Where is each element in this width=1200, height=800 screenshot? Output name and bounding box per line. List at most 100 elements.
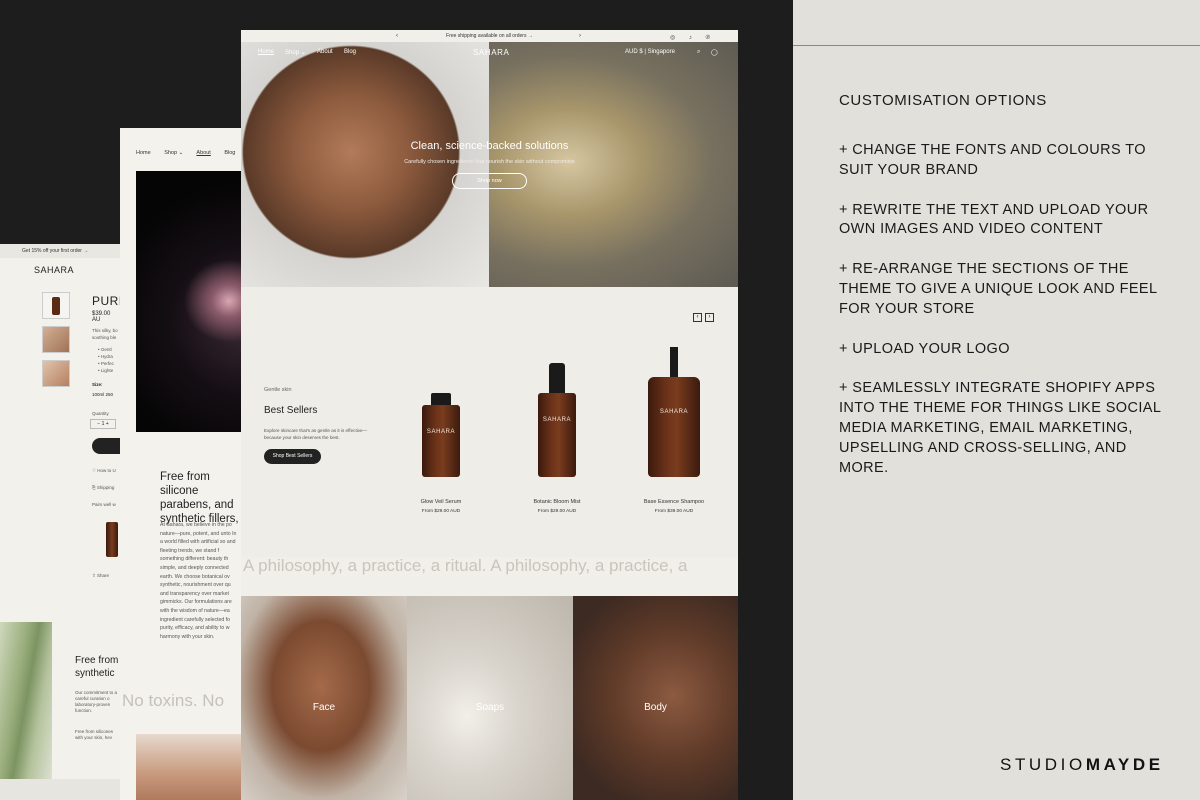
- category-grid: Face Soaps Body: [241, 596, 738, 800]
- logo-bold: MAYDE: [1085, 755, 1164, 774]
- product-thumbnail[interactable]: [42, 292, 70, 319]
- nav-home[interactable]: Home: [258, 49, 274, 55]
- best-sellers-section: ‹ › Gentle skin Best Sellers Explore skin…: [241, 287, 738, 557]
- bullet: • Hydra: [98, 354, 113, 359]
- product-card[interactable]: SAHARA Base Essence Shampoo From $39.00 …: [624, 337, 724, 514]
- bottle-label: SAHARA: [542, 417, 572, 423]
- account-icon[interactable]: ◯: [711, 49, 718, 56]
- section-heading: Free from silicone parabens, and synthet…: [160, 471, 239, 525]
- category-face[interactable]: Face: [241, 596, 407, 800]
- pairs-well-label: Pairs well w: [92, 502, 116, 507]
- product-thumbnail[interactable]: [42, 326, 70, 353]
- product-image[interactable]: SAHARA: [648, 377, 700, 477]
- bullet: • Lighte: [98, 368, 114, 373]
- hero-section: Home Shop ⌄ About Blog SAHARA AUD $ | Si…: [241, 42, 738, 287]
- bottle-label: SAHARA: [659, 409, 689, 415]
- carousel-arrows: ‹ ›: [690, 305, 714, 323]
- announcement-bar[interactable]: Get 15% off your first order →: [0, 244, 120, 258]
- shipping-link[interactable]: ⎘ Shipping: [92, 485, 114, 491]
- bottle-label: SAHARA: [426, 429, 456, 435]
- shop-best-sellers-button[interactable]: Shop Best Sellers: [264, 449, 321, 464]
- product-thumbnail[interactable]: [42, 360, 70, 387]
- search-icon[interactable]: ⌕: [697, 49, 700, 56]
- hero-subtitle: Carefully chosen ingredients that nouris…: [404, 159, 575, 165]
- share-button[interactable]: ⇪ Share: [92, 573, 109, 579]
- logo-light: STUDIO: [1000, 755, 1086, 774]
- nav-blog[interactable]: Blog: [224, 150, 235, 156]
- marquee-text: A philosophy, a practice, a ritual. A ph…: [243, 556, 688, 575]
- home-page-preview: ‹ Free shipping available on all orders …: [241, 30, 738, 800]
- brand-logo[interactable]: SAHARA: [34, 265, 74, 275]
- shop-now-button[interactable]: Shop now: [452, 173, 527, 189]
- product-card[interactable]: SAHARA Botanic Bloom Mist From $29.00 AU…: [507, 337, 607, 514]
- product-page-preview: Get 15% off your first order → SAHARA PU…: [0, 244, 120, 800]
- category-label[interactable]: Soaps: [407, 702, 573, 713]
- product-price: From $29.00 AUD: [421, 509, 461, 514]
- product-name[interactable]: Botanic Bloom Mist: [507, 499, 607, 505]
- product-title: PURE: [92, 294, 120, 308]
- bullet: • Perfec: [98, 361, 114, 366]
- customisation-panel: CUSTOMISATION OPTIONS + CHANGE THE FONTS…: [793, 0, 1200, 800]
- brand-logo[interactable]: SAHARA: [473, 48, 510, 57]
- nav-about[interactable]: About: [196, 150, 210, 156]
- aloe-image: [0, 622, 52, 782]
- footer-band: [0, 779, 120, 800]
- product-price: From $29.00 AUD: [537, 509, 577, 514]
- bottle-cap: [549, 363, 565, 393]
- category-label[interactable]: Face: [241, 702, 407, 713]
- panel-heading: CUSTOMISATION OPTIONS: [839, 92, 1047, 109]
- paired-product-image[interactable]: [106, 522, 118, 557]
- option-item: + REWRITE THE TEXT AND UPLOAD YOUR OWN I…: [839, 201, 1149, 238]
- product-image[interactable]: SAHARA: [538, 393, 576, 477]
- how-to-use-link[interactable]: ♡ How to U: [92, 468, 116, 474]
- arrow-right-icon[interactable]: ›: [705, 313, 714, 322]
- product-price: From $39.00 AUD: [654, 509, 694, 514]
- category-soaps[interactable]: Soaps: [407, 596, 573, 800]
- hero-title: Clean, science-backed solutions: [410, 140, 569, 152]
- product-card[interactable]: SAHARA Glow Veil Serum From $29.00 AUD: [391, 337, 491, 514]
- nav-blog[interactable]: Blog: [344, 49, 356, 55]
- size-label: Size:: [92, 382, 103, 387]
- eyebrow-label: Gentle skin: [264, 387, 292, 393]
- marquee-text: No toxins. No: [122, 691, 225, 710]
- option-item: + SEAMLESSLY INTEGRATE SHOPIFY APPS INTO…: [839, 380, 1161, 476]
- nav-home[interactable]: Home: [136, 150, 151, 156]
- section-body: Free from silicones with your skin, hev: [75, 729, 114, 740]
- product-image[interactable]: SAHARA: [422, 405, 460, 477]
- nav-shop[interactable]: Shop ⌄: [285, 49, 306, 56]
- size-options[interactable]: 100ml 250: [92, 392, 113, 398]
- about-page-preview: Home Shop ⌄ About Blog Free from silicon…: [120, 128, 241, 800]
- announcement-text[interactable]: Free shipping available on all orders →: [446, 33, 533, 39]
- option-item: + RE-ARRANGE THE SECTIONS OF THE THEME T…: [839, 261, 1157, 317]
- about-nav: Home Shop ⌄ About Blog: [136, 150, 241, 156]
- quantity-stepper[interactable]: − 1 +: [90, 419, 116, 429]
- product-name[interactable]: Base Essence Shampoo: [624, 499, 724, 505]
- flower-accent: [180, 256, 241, 346]
- locale-selector[interactable]: AUD $ | Singapore: [625, 49, 675, 55]
- pump-cap: [670, 347, 678, 377]
- category-label[interactable]: Body: [573, 702, 738, 713]
- nav-about[interactable]: About: [317, 49, 333, 55]
- announcement-bar: ‹ Free shipping available on all orders …: [241, 30, 738, 42]
- section-body: Our commitment to a careful curation o l…: [75, 690, 118, 713]
- option-item: + UPLOAD YOUR LOGO: [839, 340, 1010, 357]
- options-list: + CHANGE THE FONTS AND COLOURS TO SUIT Y…: [839, 141, 1169, 498]
- chevron-left-icon[interactable]: ‹: [396, 30, 398, 42]
- nav-shop[interactable]: Shop ⌄: [164, 150, 183, 156]
- product-price: $39.00 AU: [92, 311, 111, 323]
- product-description: soothing ble: [92, 335, 117, 340]
- section-heading: Free from synthetic: [75, 655, 119, 679]
- portrait-image: [136, 734, 241, 800]
- studio-logo: STUDIOMAYDE: [1000, 755, 1164, 775]
- best-sellers-title: Best Sellers: [264, 405, 318, 416]
- category-body[interactable]: Body: [573, 596, 738, 800]
- add-to-cart-button[interactable]: [92, 438, 120, 454]
- product-name[interactable]: Glow Veil Serum: [391, 499, 491, 505]
- best-sellers-description: Explore skincare that's as gentle as it …: [264, 428, 368, 440]
- bottle-cap: [431, 393, 451, 405]
- chevron-right-icon[interactable]: ›: [579, 30, 581, 42]
- section-body: At Sahara, we believe in the po nature—p…: [160, 522, 237, 640]
- arrow-left-icon[interactable]: ‹: [693, 313, 702, 322]
- option-item: + CHANGE THE FONTS AND COLOURS TO SUIT Y…: [839, 142, 1146, 178]
- quantity-label: Quantity: [92, 411, 109, 416]
